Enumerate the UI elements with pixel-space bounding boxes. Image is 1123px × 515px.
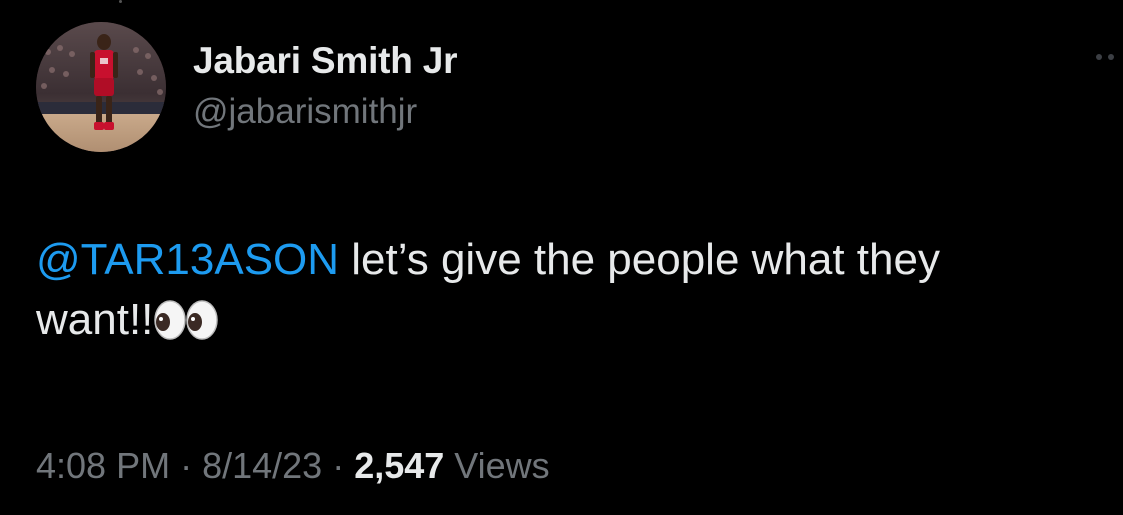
views-count[interactable]: 2,547 xyxy=(354,445,444,486)
tweet-time[interactable]: 4:08 PM xyxy=(36,445,170,486)
tweet-date[interactable]: 8/14/23 xyxy=(202,445,322,486)
eyes-emoji-icon xyxy=(154,300,219,340)
more-options-icon[interactable] xyxy=(1094,50,1120,64)
tweet-card: Jabari Smith Jr @jabarismithjr @TAR13ASO… xyxy=(0,0,1123,515)
thread-connector xyxy=(119,0,122,3)
avatar[interactable] xyxy=(36,22,166,152)
views-label: Views xyxy=(444,445,550,486)
player-photo-avatar-icon xyxy=(36,22,166,152)
meta-separator: · xyxy=(322,445,355,486)
meta-separator: · xyxy=(170,445,203,486)
author-display-name[interactable]: Jabari Smith Jr xyxy=(193,40,458,82)
mention-link[interactable]: @TAR13ASON xyxy=(36,235,339,284)
tweet-text-line1: let’s give the people what they xyxy=(339,235,940,284)
tweet-metadata: 4:08 PM · 8/14/23 · 2,547 Views xyxy=(36,445,550,487)
tweet-body: @TAR13ASON let’s give the people what th… xyxy=(36,230,1096,350)
author-handle[interactable]: @jabarismithjr xyxy=(193,92,417,132)
tweet-text-line2: want!! xyxy=(36,295,154,344)
